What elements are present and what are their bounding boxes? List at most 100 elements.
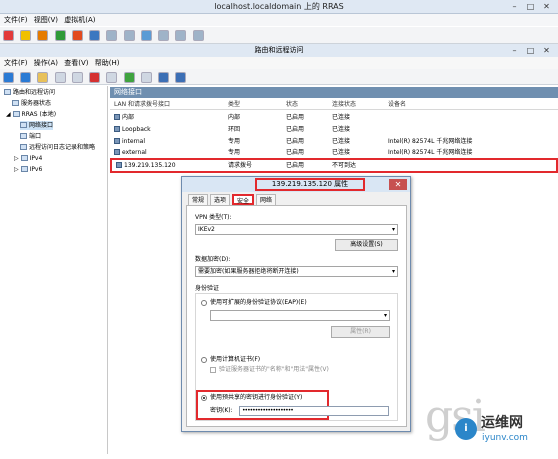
eap-protocol-select[interactable]: ▾	[210, 310, 390, 321]
maximize-button[interactable]: □	[524, 2, 537, 12]
dialog-close-button[interactable]: ✕	[389, 179, 407, 190]
delete-icon[interactable]	[89, 72, 101, 83]
column-header-type[interactable]: 类型	[228, 99, 240, 110]
mmc-maximize-button[interactable]: □	[524, 46, 537, 56]
interface-name: 内部	[114, 112, 134, 123]
up-folder-icon[interactable]	[37, 72, 49, 83]
reset-icon[interactable]	[37, 30, 49, 41]
chevron-down-icon: ▾	[383, 312, 387, 319]
advanced-settings-button[interactable]: 高级设置(S)	[335, 239, 398, 251]
vpn-type-select[interactable]: IKEv2 ▾	[195, 224, 398, 235]
interface-device: Intel(R) 82574L 千兆网络连接	[388, 138, 473, 145]
menu-vm[interactable]: 虚拟机(A)	[64, 14, 95, 26]
eap-radio[interactable]	[201, 300, 207, 306]
tree-root[interactable]: 路由和远程访问	[4, 88, 55, 97]
psk-radio[interactable]	[201, 395, 207, 401]
mmc-menu-view[interactable]: 查看(V)	[64, 57, 88, 69]
ctrl-alt-del-icon[interactable]	[140, 30, 152, 41]
tab-security[interactable]: 安全	[232, 194, 255, 205]
show-tree-icon[interactable]	[54, 72, 66, 83]
checkpoint-icon[interactable]	[106, 30, 118, 41]
navigation-tree: 路由和远程访问 服务器状态 ◢ RRAS (本地) 网络接口 端口 远程访问日志…	[0, 86, 108, 454]
tab-general[interactable]: 常规	[188, 194, 209, 205]
collapse-icon[interactable]: ◢	[6, 111, 11, 118]
tree-item-ipv6[interactable]: ▷ IPv6	[14, 165, 42, 174]
column-header-name[interactable]: LAN 和请求拨号接口	[114, 99, 170, 110]
table-row[interactable]: Loopback 环回 已启用 已连接	[110, 124, 558, 135]
ipv6-icon	[20, 166, 28, 172]
forward-icon[interactable]	[20, 72, 32, 83]
save-state-icon[interactable]	[89, 30, 101, 41]
menu-view[interactable]: 视图(V)	[34, 14, 58, 26]
menu-file[interactable]: 文件(F)	[4, 14, 28, 26]
tree-server-status[interactable]: 服务器状态	[12, 99, 51, 108]
expand-icon[interactable]: ▷	[14, 166, 19, 173]
mmc-menu-file[interactable]: 文件(F)	[4, 57, 28, 69]
list-header: LAN 和请求拨号接口 类型 状态 连接状态 设备名	[110, 99, 558, 110]
close-button[interactable]: ✕	[540, 2, 553, 12]
tab-network[interactable]: 网络	[256, 194, 277, 205]
table-row[interactable]: 内部 内部 已启用 已连接	[110, 112, 558, 123]
back-icon[interactable]	[3, 72, 14, 83]
tree-item-network-interfaces[interactable]: 网络接口	[20, 121, 54, 130]
expand-icon[interactable]: ▷	[14, 155, 19, 162]
share-icon[interactable]	[192, 30, 204, 41]
column-header-connection[interactable]: 连接状态	[332, 99, 356, 110]
eap-radio-label: 使用可扩展的身份验证协议(EAP)(E)	[210, 299, 307, 306]
revert-icon[interactable]	[123, 30, 135, 41]
rras-icon	[4, 89, 11, 95]
interface-type: 请求拨号	[228, 162, 253, 169]
tree-server-label: RRAS (本地)	[21, 111, 57, 118]
help-topics-icon[interactable]	[175, 72, 187, 83]
help-icon[interactable]	[158, 72, 170, 83]
interface-status: 已启用	[286, 162, 305, 169]
interface-type: 内部	[228, 114, 241, 121]
server-status-icon	[12, 100, 19, 106]
properties-dialog: 139.219.135.120 属性 ✕ 常规 选项 安全 网络 VPN 类型(…	[181, 176, 411, 432]
tree-item-ports[interactable]: 端口	[20, 132, 41, 141]
eap-properties-button[interactable]: 属性(R)	[331, 326, 390, 338]
encryption-value: 需要加密(如果服务器拒绝将断开连接)	[198, 268, 299, 275]
mmc-minimize-button[interactable]: –	[508, 46, 521, 56]
interface-name: 139.219.135.120	[116, 160, 176, 171]
ports-icon	[20, 133, 27, 139]
interface-type: 环回	[228, 126, 241, 133]
tree-server[interactable]: ◢ RRAS (本地)	[6, 110, 56, 119]
certificate-radio[interactable]	[201, 357, 207, 363]
minimize-button[interactable]: –	[508, 2, 521, 12]
export-icon[interactable]	[140, 72, 152, 83]
pause-icon[interactable]	[20, 30, 32, 41]
network-interface-icon	[20, 122, 27, 128]
pane-header: 网络接口	[110, 87, 558, 98]
certificate-radio-label: 使用计算机证书(F)	[210, 356, 261, 363]
psk-radio-label: 使用预共享的密钥进行身份验证(Y)	[210, 394, 303, 401]
table-row[interactable]: internal 专用 已启用 已连接 Intel(R) 82574L 千兆网络…	[110, 136, 558, 147]
properties-sheet-icon[interactable]	[106, 72, 118, 83]
refresh-icon[interactable]	[123, 72, 135, 83]
column-header-status[interactable]: 状态	[286, 99, 298, 110]
column-header-device[interactable]: 设备名	[388, 99, 406, 110]
mmc-menu-help[interactable]: 帮助(H)	[95, 57, 120, 69]
interface-name-text: 139.219.135.120	[124, 162, 176, 169]
mmc-title: 路由和远程访问	[254, 46, 304, 54]
properties-icon[interactable]	[71, 72, 83, 83]
type-clipboard-icon[interactable]	[158, 30, 170, 41]
enhanced-session-icon[interactable]	[175, 30, 187, 41]
shutdown-icon[interactable]	[71, 30, 83, 41]
tab-options[interactable]: 选项	[210, 194, 231, 205]
interface-name-text: internal	[122, 138, 146, 145]
table-row-vpn-interface[interactable]: 139.219.135.120 请求拨号 已启用 不可到达	[110, 158, 558, 173]
mmc-close-button[interactable]: ✕	[540, 46, 553, 56]
table-row[interactable]: external 专用 已启用 已连接 Intel(R) 82574L 千兆网络…	[110, 147, 558, 158]
tree-item-logging[interactable]: 远程访问日志记录和策略	[20, 143, 95, 152]
mmc-menu-action[interactable]: 操作(A)	[34, 57, 58, 69]
tree-item-label: IPv6	[29, 166, 43, 173]
start-icon[interactable]	[54, 30, 66, 41]
vpn-type-value: IKEv2	[198, 226, 215, 233]
tree-item-ipv4[interactable]: ▷ IPv4	[14, 154, 42, 163]
preshared-key-input[interactable]: ••••••••••••••••••••	[239, 406, 389, 416]
encryption-select[interactable]: 需要加密(如果服务器拒绝将断开连接) ▾	[195, 266, 398, 277]
stop-icon[interactable]	[3, 30, 14, 41]
verify-certificate-checkbox[interactable]	[210, 367, 216, 373]
interface-status: 已启用	[286, 126, 305, 133]
